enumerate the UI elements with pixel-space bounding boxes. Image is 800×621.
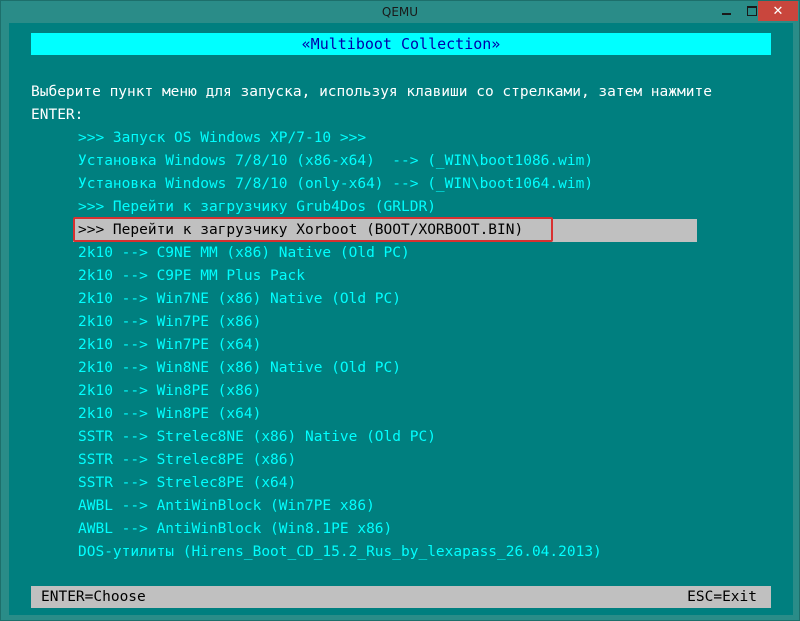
menu-item[interactable]: SSTR --> Strelec8PE (x86)	[73, 449, 697, 472]
menu-item[interactable]: >>> Перейти к загрузчику Grub4Dos (GRLDR…	[73, 196, 697, 219]
menu-item[interactable]: SSTR --> Strelec8NE (x86) Native (Old PC…	[73, 426, 697, 449]
menu-item[interactable]: Установка Windows 7/8/10 (only-x64) --> …	[73, 173, 697, 196]
window-titlebar[interactable]: QEMU ✕	[1, 1, 799, 23]
menu-item[interactable]: >>> Запуск OS Windows XP/7-10 >>>	[73, 127, 697, 150]
boot-menu: >>> Запуск OS Windows XP/7-10 >>> Установ…	[73, 127, 697, 564]
menu-item[interactable]: AWBL --> AntiWinBlock (Win8.1PE x86)	[73, 518, 697, 541]
menu-item[interactable]: 2k10 --> Win8NE (x86) Native (Old PC)	[73, 357, 697, 380]
instruction-line-2: ENTER:	[31, 107, 84, 123]
close-icon: ✕	[772, 3, 784, 19]
instruction-line-1: Выберите пункт меню для запуска, использ…	[31, 84, 712, 100]
enter-hint: ENTER=Choose	[41, 589, 146, 605]
menu-item[interactable]: SSTR --> Strelec8PE (x64)	[73, 472, 697, 495]
window-title: QEMU	[381, 5, 419, 19]
menu-item[interactable]: DOS-утилиты (Hirens_Boot_CD_15.2_Rus_by_…	[73, 541, 697, 564]
minimize-button[interactable]	[713, 1, 739, 21]
escape-hint: ESC=Exit	[687, 589, 757, 605]
menu-item[interactable]: AWBL --> AntiWinBlock (Win7PE x86)	[73, 495, 697, 518]
menu-item-selected[interactable]: >>> Перейти к загрузчику Xorboot (BOOT/X…	[73, 219, 697, 242]
menu-header: «Multiboot Collection»	[31, 33, 771, 55]
close-button[interactable]: ✕	[758, 1, 798, 21]
maximize-icon	[747, 6, 757, 16]
menu-item[interactable]: 2k10 --> Win8PE (x86)	[73, 380, 697, 403]
qemu-window: QEMU ✕ «Multiboot Collection» Выберите п…	[0, 0, 800, 621]
minimize-icon	[721, 13, 731, 15]
menu-item[interactable]: 2k10 --> Win7PE (x86)	[73, 311, 697, 334]
menu-item[interactable]: Установка Windows 7/8/10 (x86-x64) --> (…	[73, 150, 697, 173]
menu-item[interactable]: 2k10 --> Win8PE (x64)	[73, 403, 697, 426]
menu-item[interactable]: 2k10 --> Win7NE (x86) Native (Old PC)	[73, 288, 697, 311]
boot-screen: «Multiboot Collection» Выберите пункт ме…	[9, 23, 793, 615]
menu-item[interactable]: 2k10 --> Win7PE (x64)	[73, 334, 697, 357]
menu-item[interactable]: 2k10 --> C9PE MM Plus Pack	[73, 265, 697, 288]
menu-item[interactable]: 2k10 --> C9NE MM (x86) Native (Old PC)	[73, 242, 697, 265]
instruction-text: Выберите пункт меню для запуска, использ…	[31, 81, 781, 127]
status-bar: ENTER=Choose ESC=Exit	[31, 586, 771, 608]
